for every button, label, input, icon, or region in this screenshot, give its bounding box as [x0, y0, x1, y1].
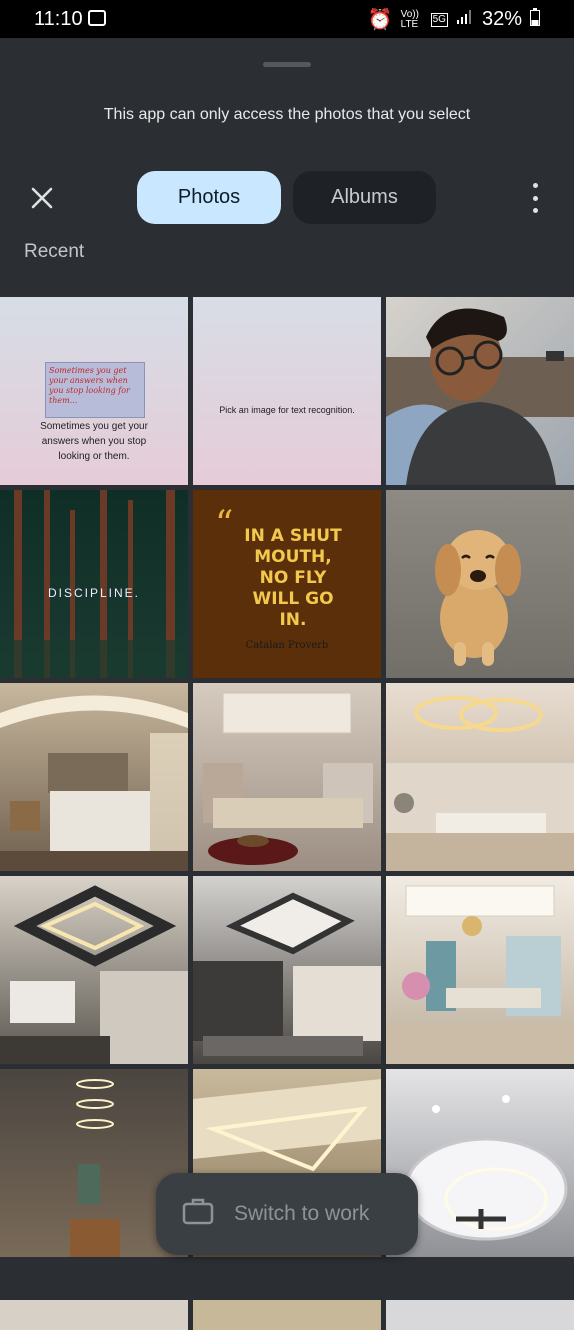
photo-thumbnail-partial-3[interactable]	[386, 1300, 574, 1330]
photo-thumbnail-bedroom[interactable]	[0, 683, 188, 871]
access-banner: This app can only access the photos that…	[103, 106, 471, 123]
tab-albums[interactable]: Albums	[293, 171, 436, 224]
photo-thumbnail-text-recognition[interactable]: Pick an image for text recognition.	[193, 297, 381, 485]
photo-thumbnail-living-room[interactable]	[193, 683, 381, 871]
briefcase-icon	[182, 1197, 214, 1231]
tab-photos[interactable]: Photos	[137, 171, 281, 224]
close-icon[interactable]	[28, 184, 56, 212]
proverb-attribution: Catalan Proverb	[245, 640, 329, 651]
volte-indicator: Vo)) LTE	[400, 8, 419, 30]
photo-thumbnail-drawing-room[interactable]	[386, 876, 574, 1064]
network-indicator: 5G	[430, 12, 448, 27]
drag-handle[interactable]	[263, 62, 311, 67]
photo-thumbnail-discipline[interactable]: DISCIPLINE.	[0, 490, 188, 678]
alarm-icon: ⏰	[367, 9, 393, 31]
switch-to-work-label: Switch to work	[234, 1202, 370, 1225]
quote-image: Sometimes you get your answers when you …	[45, 362, 145, 418]
photo-thumbnail-hall[interactable]	[386, 683, 574, 871]
photo-thumbnail-partial-1[interactable]	[0, 1300, 188, 1330]
photo-thumbnail-quote-card[interactable]: Sometimes you get your answers when you …	[0, 297, 188, 485]
photo-thumbnail-partial-2[interactable]	[193, 1300, 381, 1330]
photo-thumbnail-ceiling-light[interactable]	[0, 876, 188, 1064]
status-time: 11:10	[34, 8, 83, 30]
gallery-notification-icon	[88, 10, 106, 26]
photo-caption: Sometimes you get your answers when you …	[40, 421, 148, 462]
photo-thumbnail-lounge[interactable]	[193, 876, 381, 1064]
section-title-recent: Recent	[24, 241, 85, 262]
proverb-lines: IN A SHUT MOUTH, NO FLY WILL GO IN.	[244, 526, 342, 630]
photo-thumbnail-selfie[interactable]	[386, 297, 574, 485]
switch-to-work-button[interactable]: Switch to work	[156, 1173, 418, 1255]
photo-thumbnail-proverb[interactable]: “ IN A SHUT MOUTH, NO FLY WILL GO IN. Ca…	[193, 490, 381, 678]
photo-caption: Pick an image for text recognition.	[219, 405, 355, 415]
signal-icon	[456, 8, 474, 31]
battery-icon	[530, 7, 540, 32]
photo-caption: DISCIPLINE.	[47, 586, 141, 600]
photo-thumbnail-puppy[interactable]	[386, 490, 574, 678]
quote-mark-icon: “	[215, 504, 234, 545]
battery-level: 32%	[481, 8, 522, 30]
photo-picker-sheet: This app can only access the photos that…	[0, 38, 574, 1330]
status-bar: 11:10 ⏰ Vo)) LTE 5G 32%	[0, 0, 574, 38]
more-vert-icon[interactable]	[525, 183, 545, 213]
